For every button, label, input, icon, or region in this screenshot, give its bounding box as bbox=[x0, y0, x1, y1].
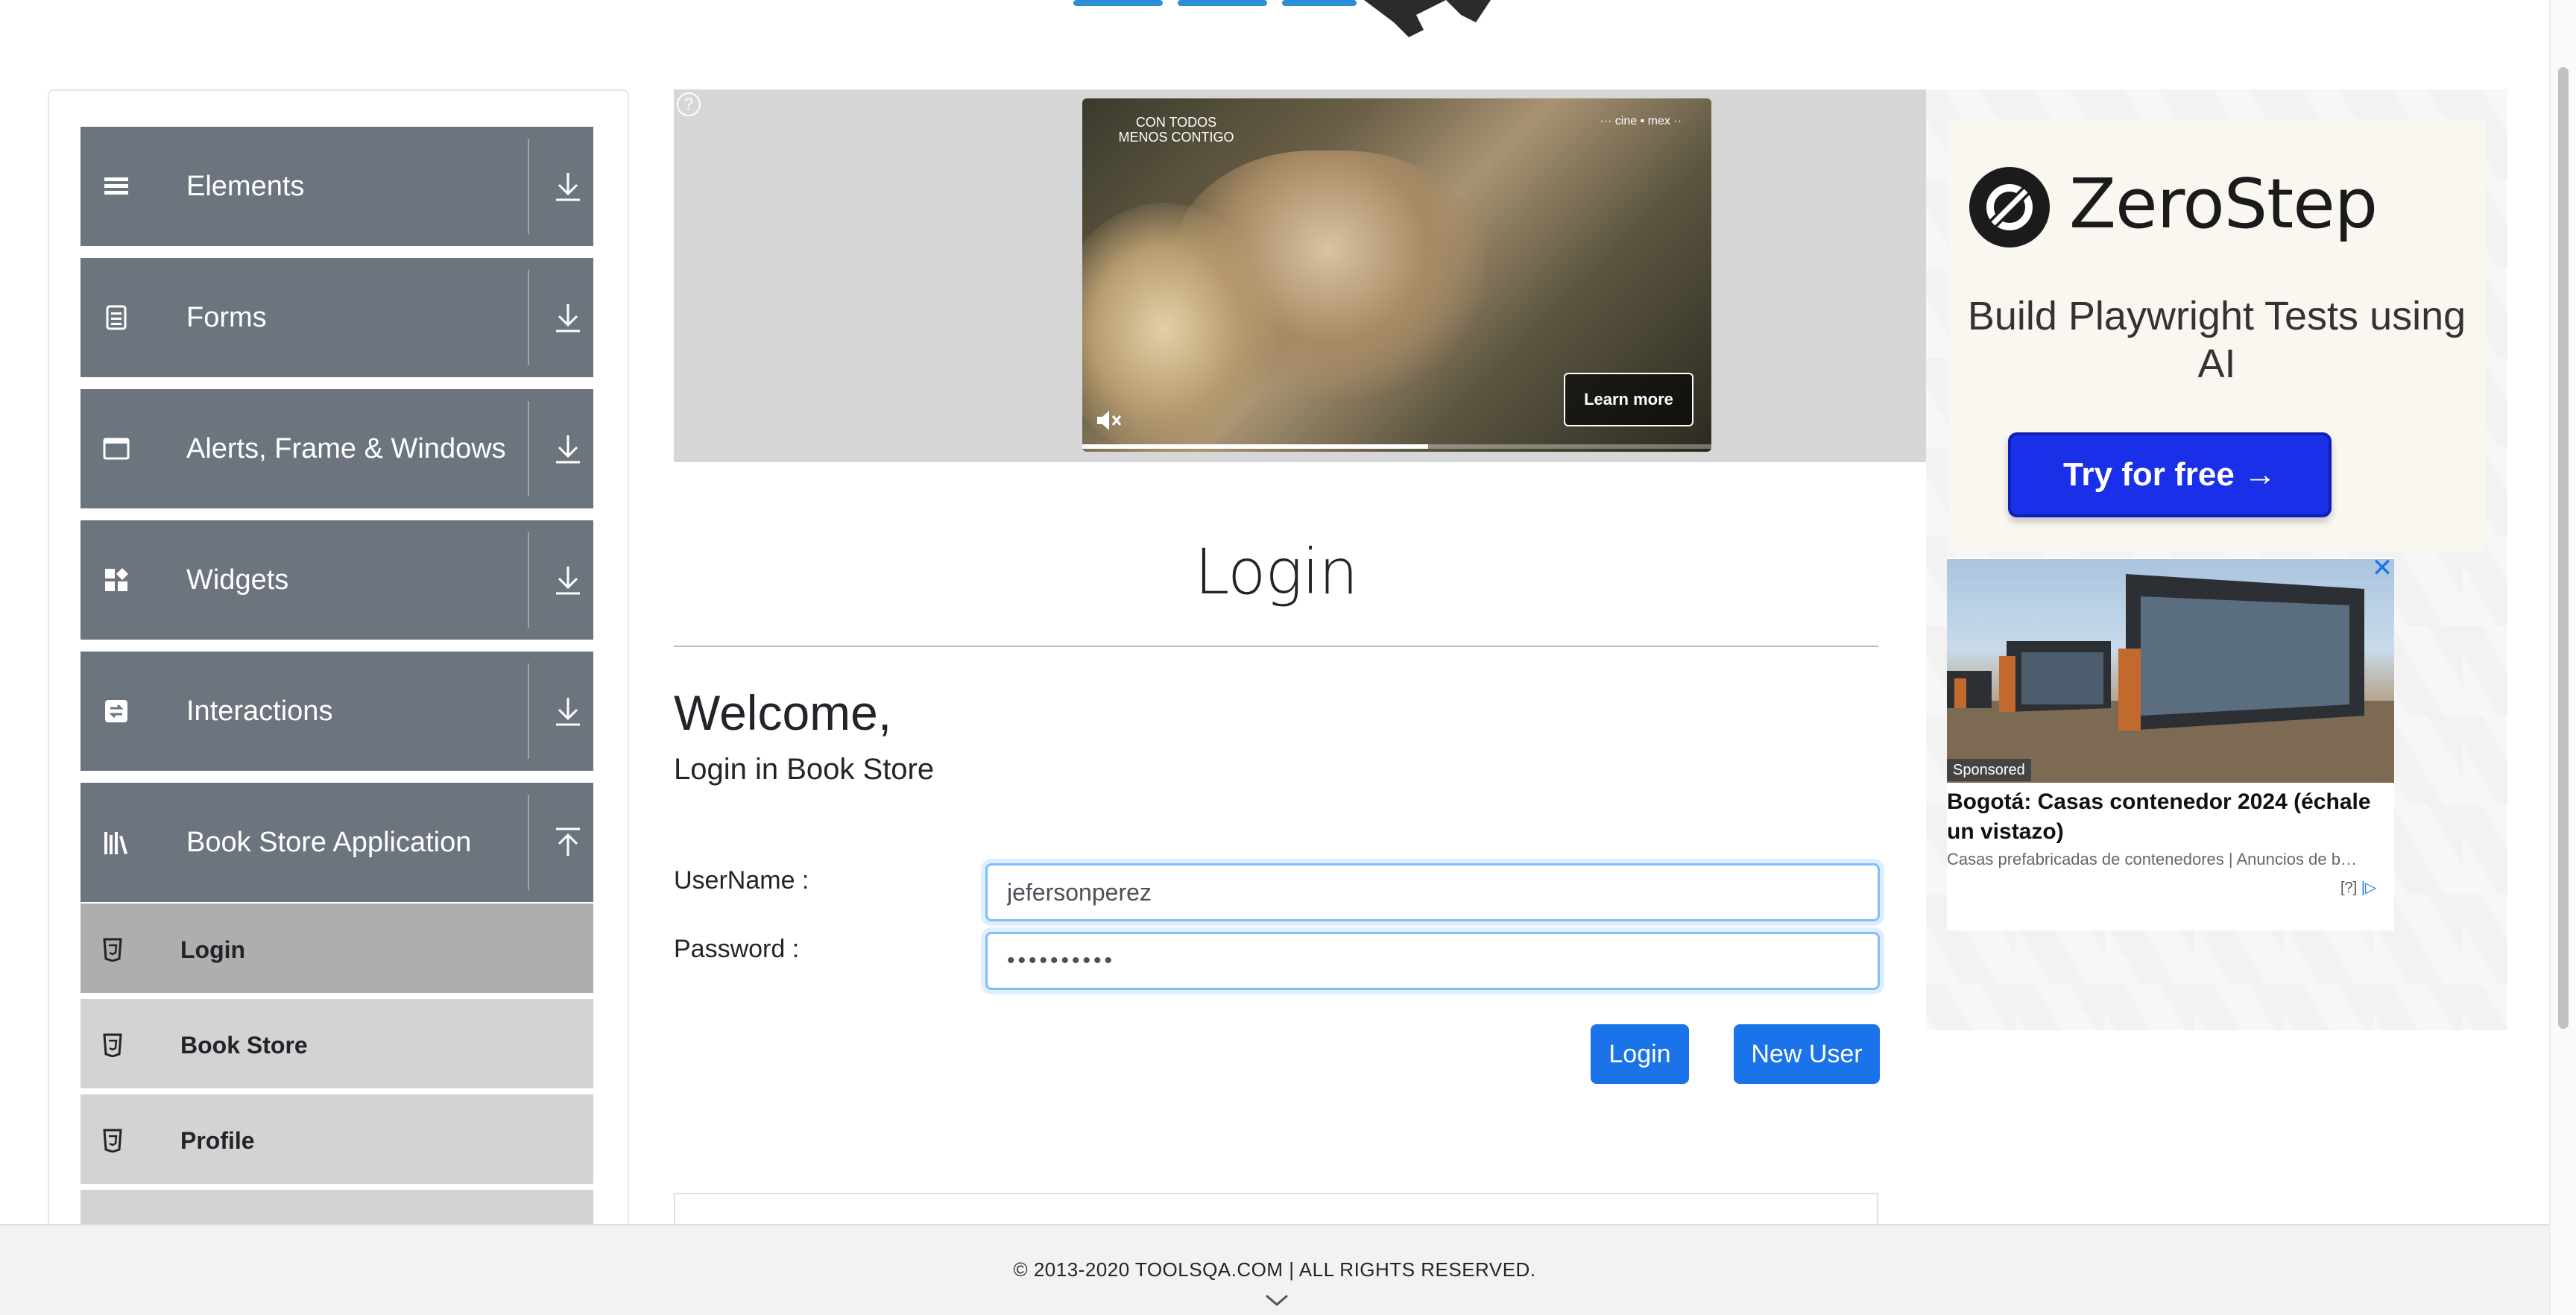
sidebar: Elements Forms Alerts, Frame & Windows W… bbox=[48, 89, 629, 1230]
sidebar-group-label: Elements bbox=[186, 171, 305, 202]
username-label: UserName : bbox=[674, 866, 809, 895]
scrollbar-thumb[interactable] bbox=[2558, 67, 2569, 1029]
download-arrow-icon bbox=[556, 698, 580, 726]
divider bbox=[528, 270, 529, 365]
password-label: Password : bbox=[674, 935, 800, 963]
sidebar-group-label: Widgets bbox=[186, 564, 289, 596]
sidebar-group-alerts[interactable]: Alerts, Frame & Windows bbox=[80, 389, 593, 508]
sidebar-group-widgets[interactable]: Widgets bbox=[80, 520, 593, 640]
window-icon bbox=[103, 438, 130, 460]
download-arrow-icon bbox=[556, 173, 580, 201]
upload-arrow-icon bbox=[556, 827, 580, 856]
divider bbox=[528, 795, 529, 890]
logo-letter-l bbox=[1282, 0, 1357, 6]
learn-more-button[interactable]: Learn more bbox=[1564, 373, 1693, 426]
footer: © 2013-2020 TOOLSQA.COM | ALL RIGHTS RES… bbox=[0, 1224, 2549, 1315]
video-brand-text: ··· cine ▪ mex ·· bbox=[1600, 115, 1682, 127]
sidebar-group-interactions[interactable]: Interactions bbox=[80, 652, 593, 771]
sidebar-group-label: Interactions bbox=[186, 696, 333, 727]
download-arrow-icon bbox=[556, 435, 580, 464]
container-houses-image bbox=[1947, 574, 2394, 783]
video-progress-bar[interactable] bbox=[1082, 444, 1711, 449]
books-icon bbox=[104, 832, 127, 854]
zerostep-brand: ZeroStep bbox=[2069, 164, 2378, 244]
sidebar-item-label: Profile bbox=[180, 1127, 255, 1154]
widgets-icon bbox=[105, 568, 128, 591]
video-overlay-text: CON TODOS MENOS CONTIGO bbox=[1118, 115, 1234, 145]
sidebar-group-label: Forms bbox=[186, 302, 267, 333]
logo-letter-t bbox=[1073, 0, 1163, 6]
form-icon bbox=[106, 305, 127, 330]
sidebar-item-profile[interactable]: Profile bbox=[80, 1094, 593, 1187]
scrollbar[interactable] bbox=[2549, 0, 2576, 1315]
logo-tool-icon bbox=[1446, 0, 1491, 22]
footer-copyright: © 2013-2020 TOOLSQA.COM | ALL RIGHTS RES… bbox=[1013, 1258, 1536, 1281]
native-ad-description: Casas prefabricadas de contenedores | An… bbox=[1947, 850, 2357, 868]
login-button[interactable]: Login bbox=[1591, 1024, 1689, 1084]
login-subheading: Login in Book Store bbox=[674, 753, 935, 786]
logo-letter-o bbox=[1178, 0, 1267, 6]
native-ad-title[interactable]: Bogotá: Casas contenedor 2024 (échale un… bbox=[1947, 787, 2394, 847]
html-file-icon bbox=[103, 938, 122, 962]
sidebar-item-book-store[interactable]: Book Store bbox=[80, 999, 593, 1091]
adchoices-triangle-icon: |▷ bbox=[2361, 880, 2377, 896]
sidebar-group-elements[interactable]: Elements bbox=[80, 127, 593, 246]
welcome-heading: Welcome, bbox=[674, 685, 892, 740]
close-ad-icon[interactable]: ✕ bbox=[2370, 555, 2394, 581]
native-ad-image[interactable] bbox=[1947, 559, 2394, 783]
sidebar-group-label: Alerts, Frame & Windows bbox=[186, 433, 506, 464]
page-title: Login bbox=[1194, 535, 1359, 608]
ad-info-icon[interactable]: ? bbox=[677, 92, 701, 116]
divider bbox=[528, 139, 529, 234]
sidebar-item-label: Book Store bbox=[180, 1032, 308, 1059]
new-user-button[interactable]: New User bbox=[1734, 1024, 1880, 1084]
adchoices-icon[interactable]: [?] |▷ bbox=[2340, 878, 2376, 897]
download-arrow-icon bbox=[556, 304, 580, 332]
username-input[interactable] bbox=[985, 863, 1880, 921]
sidebar-group-label: Book Store Application bbox=[186, 827, 472, 858]
download-arrow-icon bbox=[556, 567, 580, 595]
sponsored-badge: Sponsored bbox=[1947, 759, 2031, 781]
list-icon bbox=[104, 177, 128, 195]
html-file-icon bbox=[103, 1033, 122, 1057]
zerostep-tagline: Build Playwright Tests using AI bbox=[1967, 294, 2466, 386]
mute-icon[interactable] bbox=[1093, 406, 1123, 435]
divider bbox=[528, 401, 529, 496]
sidebar-group-book-store[interactable]: Book Store Application bbox=[80, 783, 593, 902]
divider bbox=[674, 646, 1878, 647]
sidebar-group-forms[interactable]: Forms bbox=[80, 258, 593, 377]
try-for-free-button[interactable]: Try for free → bbox=[2008, 432, 2332, 517]
interactions-icon bbox=[105, 700, 127, 722]
html-file-icon bbox=[103, 1129, 122, 1152]
toolsqa-logo[interactable] bbox=[1044, 0, 1521, 42]
divider bbox=[528, 532, 529, 628]
divider bbox=[528, 663, 529, 759]
video-player[interactable]: CON TODOS MENOS CONTIGO ··· cine ▪ mex ·… bbox=[1082, 98, 1711, 452]
password-input[interactable] bbox=[985, 932, 1880, 990]
sidebar-item-login[interactable]: Login bbox=[80, 904, 593, 996]
sidebar-item-label: Login bbox=[180, 936, 246, 963]
chevron-down-icon[interactable] bbox=[1264, 1293, 1289, 1308]
adchoices-label: [?] bbox=[2340, 880, 2358, 896]
zerostep-logo-icon bbox=[1969, 167, 2050, 247]
logo-gear-icon bbox=[1364, 0, 1446, 37]
video-progress-fill bbox=[1082, 444, 1429, 449]
